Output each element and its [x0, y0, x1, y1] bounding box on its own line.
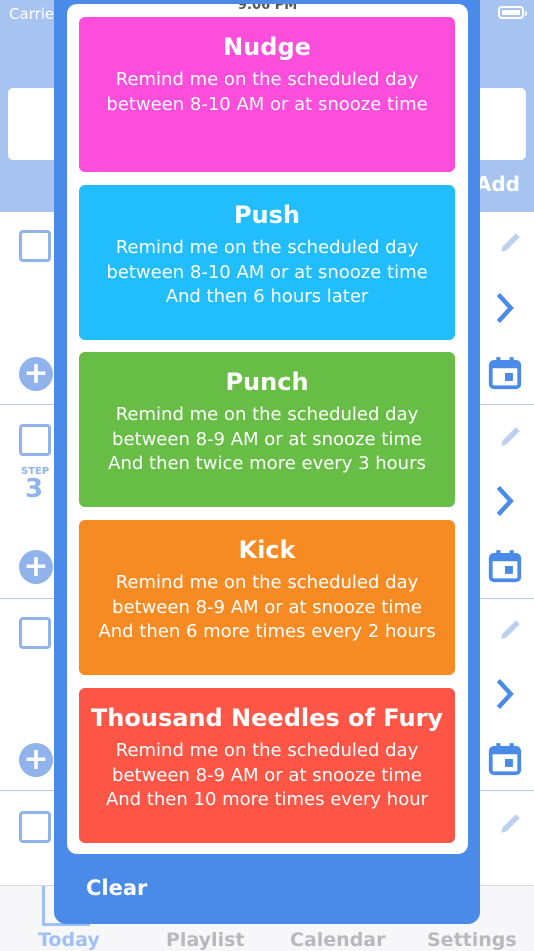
- option-title: Push: [233, 201, 301, 229]
- option-description: Remind me on the scheduled day between 8…: [105, 740, 429, 810]
- tab-playlist[interactable]: Playlist: [166, 929, 244, 951]
- chevron-right-icon[interactable]: [490, 676, 518, 712]
- pencil-icon[interactable]: [498, 229, 524, 255]
- pencil-icon[interactable]: [498, 616, 524, 642]
- step-number: 3: [25, 474, 44, 504]
- option-nudge-button[interactable]: Nudge Remind me on the scheduled day bet…: [79, 17, 455, 172]
- option-description: Remind me on the scheduled day between 8…: [106, 237, 428, 307]
- chevron-right-icon[interactable]: [490, 483, 518, 519]
- pencil-icon[interactable]: [498, 423, 524, 449]
- add-button[interactable]: Add: [476, 172, 520, 196]
- reminder-options-sheet: 9:06 PM Nudge Remind me on the scheduled…: [67, 4, 468, 854]
- add-step-icon[interactable]: +: [19, 743, 53, 777]
- chevron-right-icon[interactable]: [490, 290, 518, 326]
- tab-settings[interactable]: Settings: [427, 929, 517, 951]
- calendar-icon[interactable]: [486, 546, 524, 586]
- option-description: Remind me on the scheduled day between 8…: [108, 404, 426, 474]
- option-kick-button[interactable]: Kick Remind me on the scheduled day betw…: [79, 520, 455, 675]
- clear-button[interactable]: Clear: [86, 876, 147, 900]
- task-checkbox[interactable]: [19, 811, 51, 843]
- option-title: Kick: [238, 536, 296, 564]
- option-description: Remind me on the scheduled day between 8…: [98, 572, 436, 642]
- reminder-picker-modal: 9:06 PM Nudge Remind me on the scheduled…: [54, 0, 480, 924]
- task-checkbox[interactable]: [19, 424, 51, 456]
- task-checkbox[interactable]: [19, 617, 51, 649]
- time-label: 9:06 PM: [237, 4, 298, 13]
- add-step-icon[interactable]: +: [19, 550, 53, 584]
- option-push-button[interactable]: Push Remind me on the scheduled day betw…: [79, 185, 455, 340]
- add-step-icon[interactable]: +: [19, 357, 53, 391]
- option-punch-button[interactable]: Punch Remind me on the scheduled day bet…: [79, 352, 455, 507]
- calendar-icon[interactable]: [486, 353, 524, 393]
- option-title: Thousand Needles of Fury: [90, 704, 444, 732]
- pencil-icon[interactable]: [498, 810, 524, 836]
- carrier-label: Carrier: [9, 5, 61, 23]
- option-thousand-needles-button[interactable]: Thousand Needles of Fury Remind me on th…: [79, 688, 455, 843]
- tab-today[interactable]: Today: [38, 929, 100, 951]
- option-description: Remind me on the scheduled day between 8…: [106, 69, 428, 115]
- calendar-icon[interactable]: [486, 739, 524, 779]
- option-title: Punch: [225, 368, 309, 396]
- battery-icon: [498, 6, 527, 19]
- task-checkbox[interactable]: [19, 230, 51, 262]
- tab-calendar[interactable]: Calendar: [290, 929, 385, 951]
- option-title: Nudge: [223, 33, 311, 61]
